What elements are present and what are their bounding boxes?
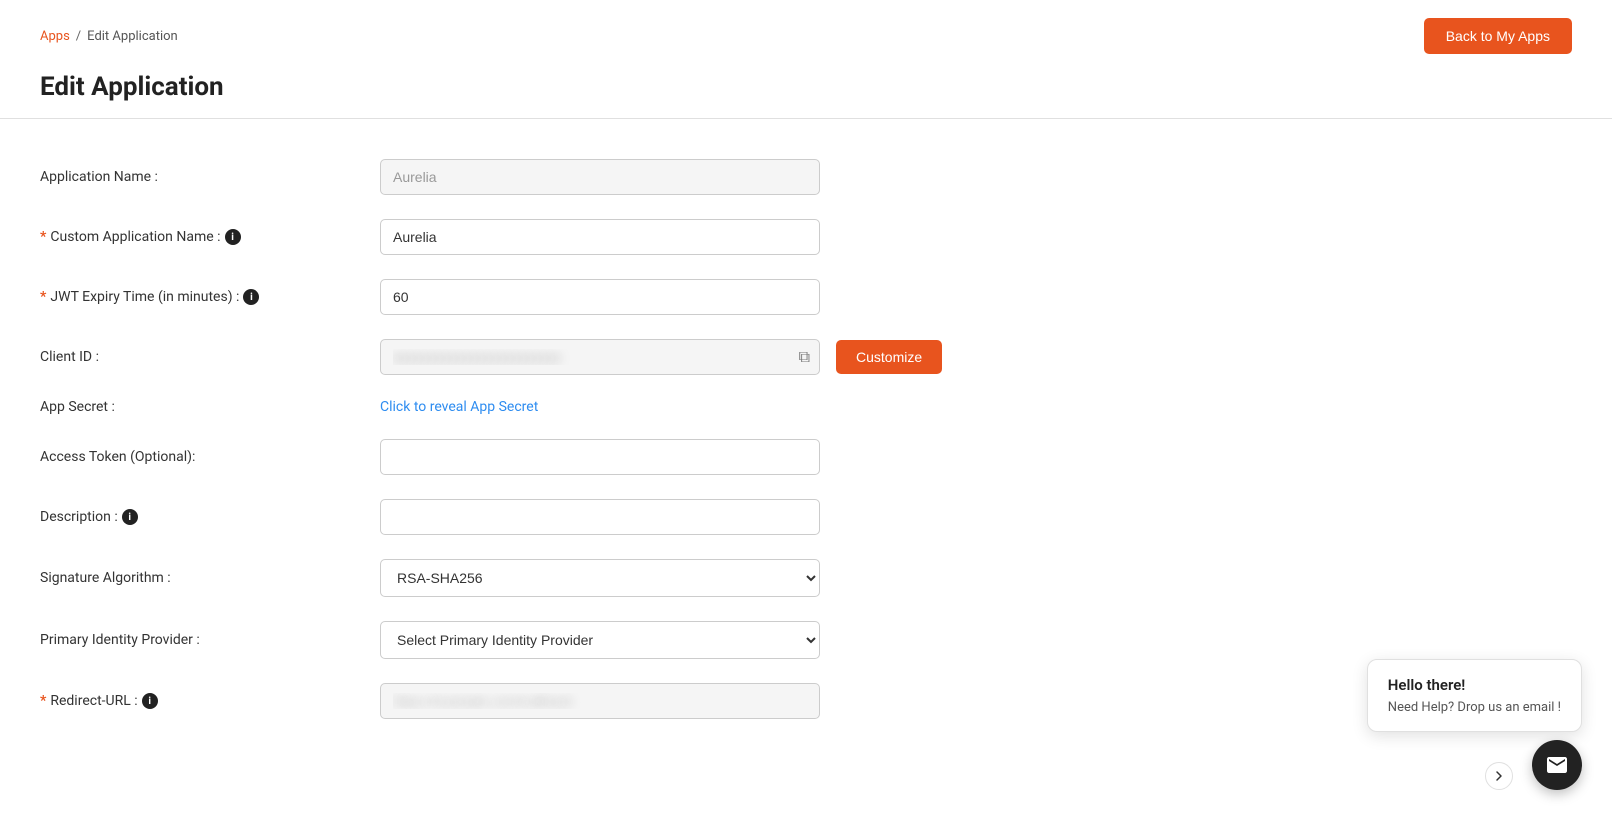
- breadcrumb-separator: /: [76, 29, 81, 44]
- breadcrumb-current: Edit Application: [87, 29, 178, 44]
- customize-button[interactable]: Customize: [836, 340, 942, 374]
- signature-algorithm-select[interactable]: RSA-SHA256 HMAC-SHA256: [380, 559, 820, 597]
- client-id-row: Client ID : ⧉ Customize: [40, 339, 960, 375]
- description-row: Description : i: [40, 499, 960, 535]
- reveal-app-secret-link[interactable]: Click to reveal App Secret: [380, 399, 538, 415]
- chat-widget: Hello there! Need Help? Drop us an email…: [1367, 659, 1582, 790]
- app-secret-label: App Secret :: [40, 399, 380, 415]
- jwt-expiry-row: *JWT Expiry Time (in minutes) : i: [40, 279, 960, 315]
- application-name-row: Application Name :: [40, 159, 960, 195]
- access-token-row: Access Token (Optional):: [40, 439, 960, 475]
- page-title: Edit Application: [0, 64, 1612, 118]
- custom-application-name-label: *Custom Application Name : i: [40, 229, 380, 245]
- header: Apps / Edit Application Back to My Apps: [0, 0, 1612, 64]
- back-to-apps-button[interactable]: Back to My Apps: [1424, 18, 1572, 54]
- redirect-url-label: *Redirect-URL : i: [40, 693, 380, 709]
- chat-arrow-button[interactable]: [1485, 762, 1513, 790]
- chat-bubble: Hello there! Need Help? Drop us an email…: [1367, 659, 1582, 732]
- application-name-input[interactable]: [380, 159, 820, 195]
- custom-application-name-row: *Custom Application Name : i: [40, 219, 960, 255]
- application-name-label: Application Name :: [40, 169, 380, 185]
- form-container: Application Name : *Custom Application N…: [0, 149, 1000, 783]
- redirect-url-info-icon: i: [142, 693, 158, 709]
- primary-identity-provider-select[interactable]: Select Primary Identity Provider: [380, 621, 820, 659]
- copy-icon[interactable]: ⧉: [799, 347, 810, 367]
- chat-trigger-button[interactable]: [1532, 740, 1582, 790]
- app-secret-row: App Secret : Click to reveal App Secret: [40, 399, 960, 415]
- custom-application-name-input[interactable]: [380, 219, 820, 255]
- redirect-url-row: *Redirect-URL : i: [40, 683, 960, 719]
- chat-bubble-text: Need Help? Drop us an email !: [1388, 700, 1561, 715]
- custom-name-info-icon: i: [225, 229, 241, 245]
- access-token-input[interactable]: [380, 439, 820, 475]
- client-id-wrapper: ⧉: [380, 339, 820, 375]
- breadcrumb: Apps / Edit Application: [40, 29, 178, 44]
- jwt-expiry-label: *JWT Expiry Time (in minutes) : i: [40, 289, 380, 305]
- jwt-expiry-input[interactable]: [380, 279, 820, 315]
- signature-algorithm-row: Signature Algorithm : RSA-SHA256 HMAC-SH…: [40, 559, 960, 597]
- page-container: Apps / Edit Application Back to My Apps …: [0, 0, 1612, 820]
- divider: [0, 118, 1612, 119]
- signature-algorithm-label: Signature Algorithm :: [40, 570, 380, 586]
- access-token-label: Access Token (Optional):: [40, 449, 380, 465]
- description-input[interactable]: [380, 499, 820, 535]
- client-id-label: Client ID :: [40, 349, 380, 365]
- client-id-input[interactable]: [380, 339, 820, 375]
- description-label: Description : i: [40, 509, 380, 525]
- breadcrumb-apps-link[interactable]: Apps: [40, 29, 70, 44]
- redirect-url-input[interactable]: [380, 683, 820, 719]
- chat-bubble-title: Hello there!: [1388, 676, 1561, 694]
- description-info-icon: i: [122, 509, 138, 525]
- primary-identity-provider-row: Primary Identity Provider : Select Prima…: [40, 621, 960, 659]
- jwt-info-icon: i: [243, 289, 259, 305]
- primary-identity-provider-label: Primary Identity Provider :: [40, 632, 380, 648]
